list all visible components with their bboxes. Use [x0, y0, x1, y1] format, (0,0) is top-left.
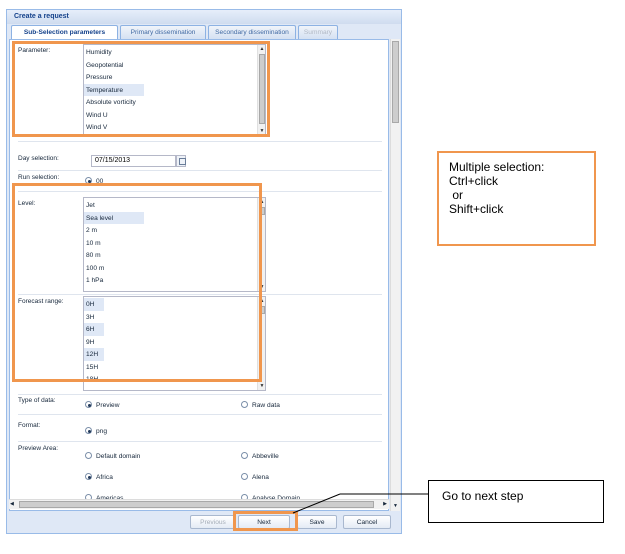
callout-connector	[292, 493, 428, 514]
connector-line	[292, 493, 341, 514]
